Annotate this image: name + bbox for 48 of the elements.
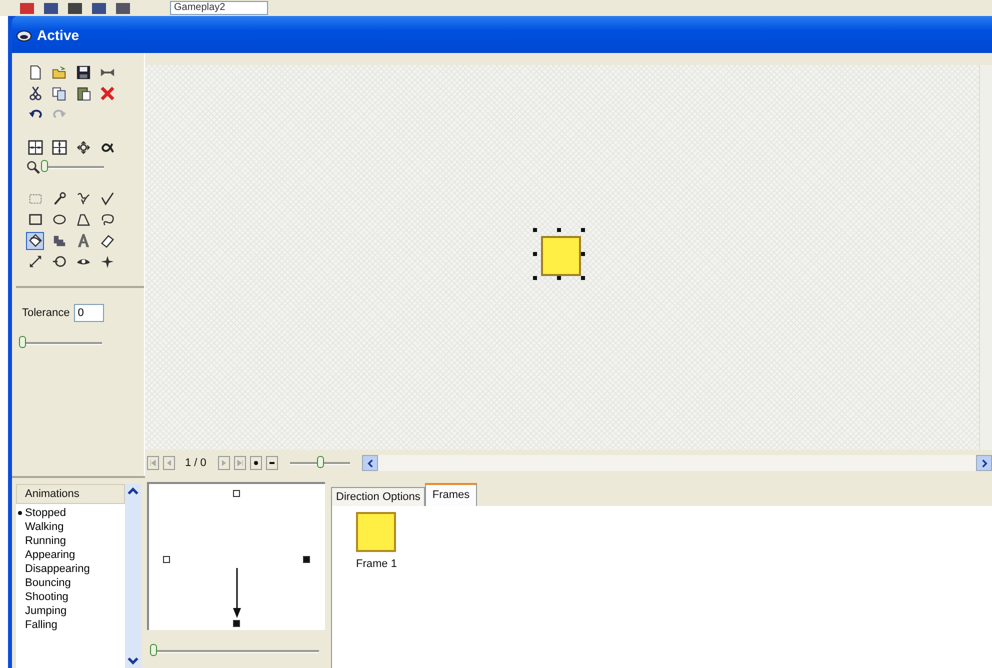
- animation-item[interactable]: Running: [16, 534, 125, 548]
- animation-item[interactable]: Jumping: [16, 604, 125, 618]
- selection-handle[interactable]: [581, 228, 585, 232]
- slider-thumb[interactable]: [150, 644, 157, 656]
- sprite-square[interactable]: [541, 236, 581, 276]
- animation-item[interactable]: Bouncing: [16, 576, 125, 590]
- selection-handle[interactable]: [533, 228, 537, 232]
- frame-counter: 1 / 0: [185, 457, 206, 469]
- empty-direction-marker[interactable]: [163, 556, 170, 563]
- selection-handle[interactable]: [581, 252, 585, 256]
- tab[interactable]: Frames: [425, 483, 477, 506]
- horizontal-scrollbar[interactable]: [362, 455, 992, 471]
- empty-direction-marker[interactable]: [233, 490, 240, 497]
- add-frame-icon[interactable]: [252, 459, 260, 467]
- filled-direction-marker[interactable]: [303, 556, 310, 563]
- frame-thumbnail[interactable]: [356, 512, 396, 552]
- animation-item[interactable]: Appearing: [16, 548, 125, 562]
- zoom-icon[interactable]: [26, 160, 40, 174]
- scroll-right-button[interactable]: [976, 455, 992, 471]
- list-header: Animations: [16, 484, 125, 504]
- selection-handle[interactable]: [557, 228, 561, 232]
- tolerance-field[interactable]: 0: [74, 304, 104, 322]
- animation-item[interactable]: Shooting: [16, 590, 125, 604]
- slider-thumb[interactable]: [19, 336, 26, 348]
- tolerance-label: Tolerance: [22, 307, 70, 319]
- add-frame-button[interactable]: [250, 456, 262, 470]
- frame-label: Frame 1: [356, 558, 397, 570]
- scroll-left-button[interactable]: [362, 455, 378, 471]
- chevron-right-icon[interactable]: [980, 458, 988, 468]
- animation-item[interactable]: Falling: [16, 618, 125, 632]
- remove-frame-icon[interactable]: [268, 459, 276, 467]
- selection-handle[interactable]: [533, 276, 537, 280]
- remove-frame-button[interactable]: [266, 456, 278, 470]
- list-scrollbar[interactable]: [125, 484, 141, 668]
- animation-item[interactable]: Stopped: [16, 506, 125, 520]
- filled-direction-marker[interactable]: [233, 620, 240, 627]
- selection-handle[interactable]: [557, 276, 561, 280]
- chevron-left-icon[interactable]: [366, 458, 375, 468]
- slider-thumb[interactable]: [41, 160, 48, 172]
- window-title: Active: [37, 26, 80, 42]
- vertical-scrollbar[interactable]: [979, 65, 992, 450]
- selection-handle[interactable]: [533, 252, 537, 256]
- level-combo-box[interactable]: Gameplay2: [170, 1, 268, 15]
- selection-handle[interactable]: [581, 276, 585, 280]
- slider-thumb[interactable]: [317, 456, 324, 468]
- animation-item[interactable]: Walking: [16, 520, 125, 534]
- tab[interactable]: Direction Options: [331, 487, 426, 506]
- animation-item[interactable]: Disappearing: [16, 562, 125, 576]
